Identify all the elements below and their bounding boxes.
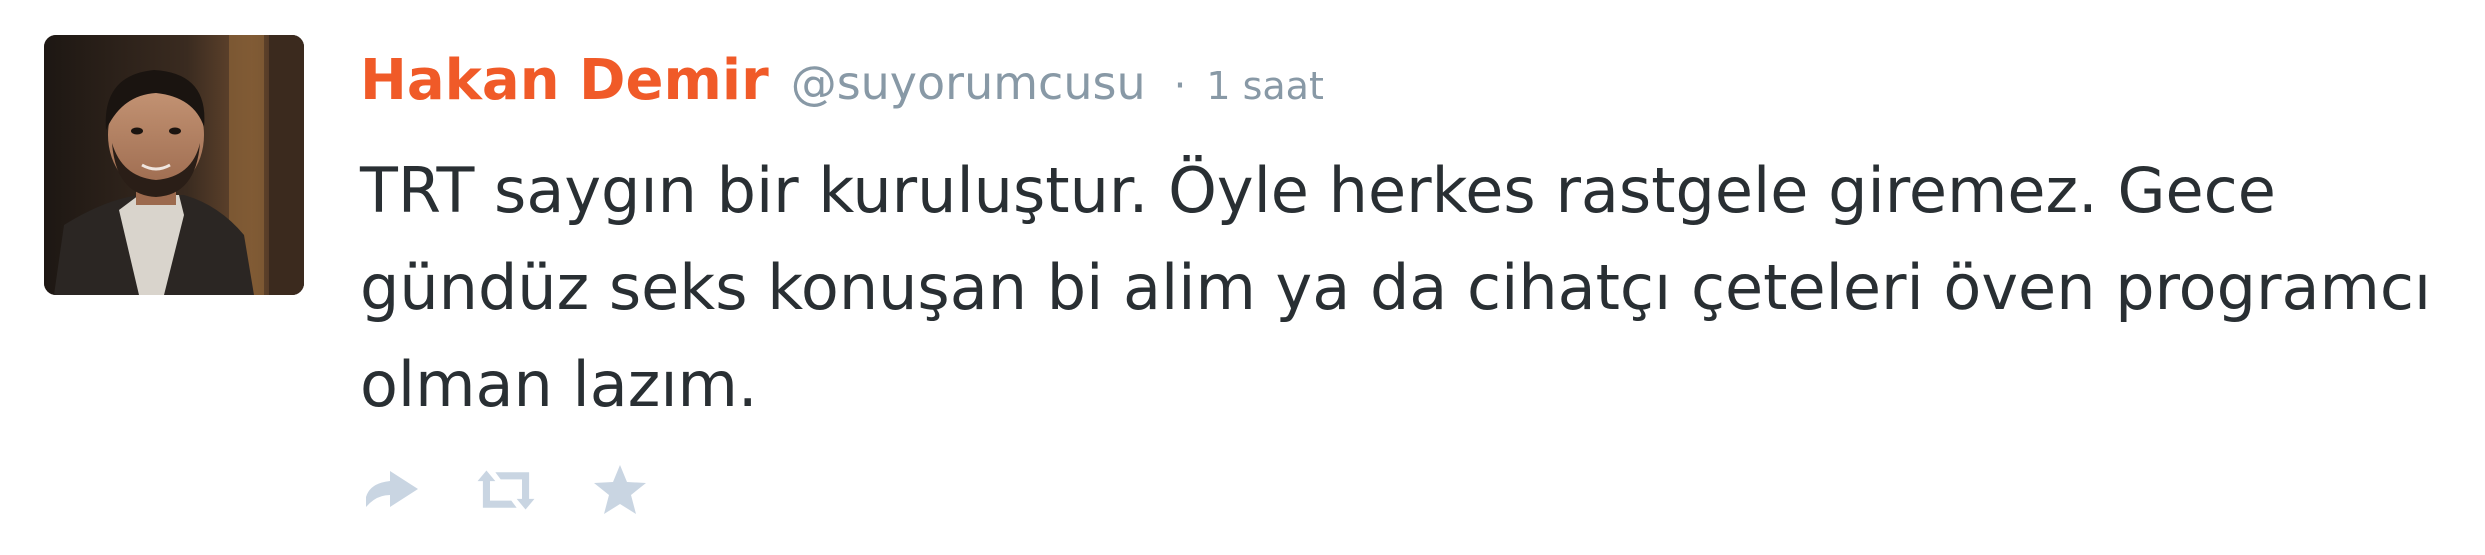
tweet-content: Hakan Demir @suyorumcusu · 1 saat TRT sa… [360,48,2440,433]
reply-button[interactable] [360,460,424,520]
reply-icon [366,471,418,507]
tweet-text: TRT saygın bir kuruluştur. Öyle herkes r… [360,154,2432,421]
retweet-button[interactable] [474,460,538,520]
tweet-actions [360,460,702,520]
avatar[interactable] [44,35,304,295]
avatar-image [44,35,304,295]
favorite-button[interactable] [588,460,652,520]
author-name[interactable]: Hakan Demir [360,48,769,113]
author-handle[interactable]: @suyorumcusu [791,56,1146,110]
tweet: Hakan Demir @suyorumcusu · 1 saat TRT sa… [0,0,2485,555]
meta-separator: · [1173,63,1187,109]
tweet-timestamp[interactable]: 1 saat [1206,64,1324,108]
favorite-icon [594,465,646,514]
retweet-icon [477,470,535,510]
tweet-header: Hakan Demir @suyorumcusu · 1 saat [360,48,2440,128]
